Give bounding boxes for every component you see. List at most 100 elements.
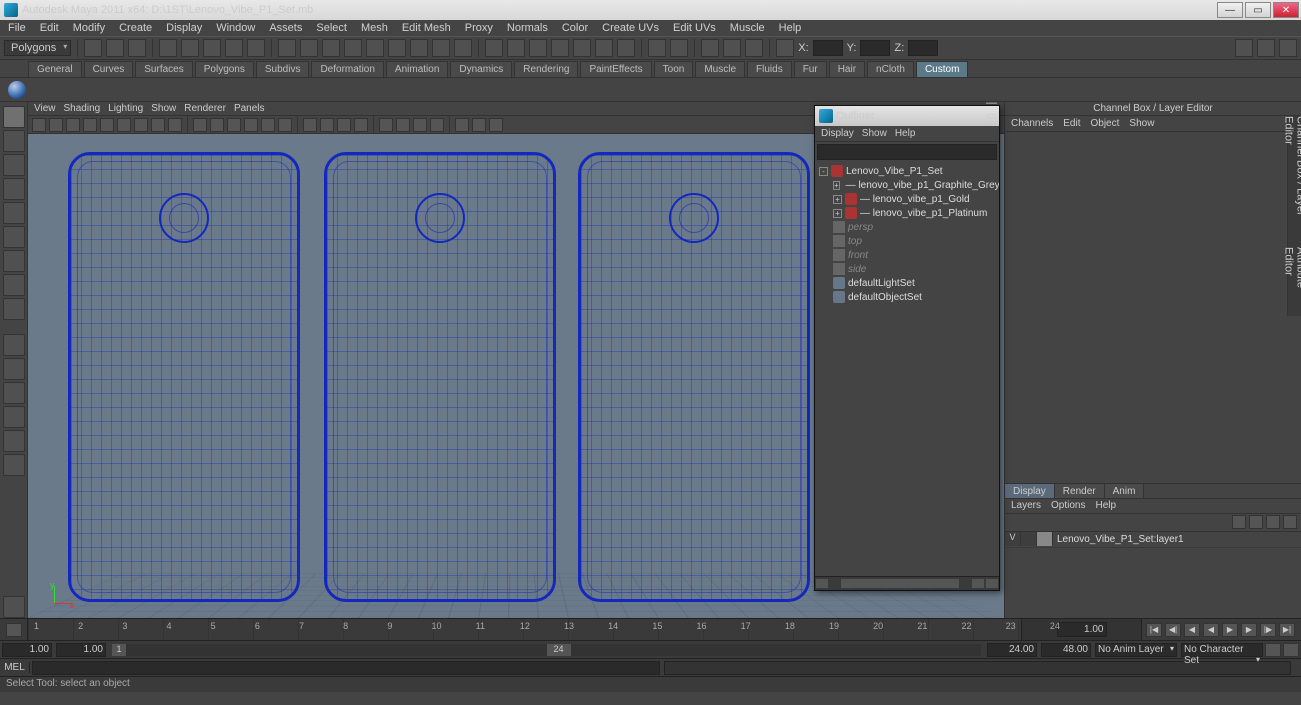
exposure-icon[interactable]: [354, 118, 368, 132]
expand-icon[interactable]: -: [819, 167, 828, 176]
open-scene-icon[interactable]: [106, 39, 124, 57]
layer-color-cell[interactable]: [1037, 532, 1053, 546]
expand-icon[interactable]: +: [833, 195, 842, 204]
view-cube-icon[interactable]: [430, 118, 444, 132]
film-origin-icon[interactable]: [396, 118, 410, 132]
ipr-render-icon[interactable]: [507, 39, 525, 57]
anim-start-field[interactable]: [2, 643, 52, 657]
playback-end-field[interactable]: [987, 643, 1037, 657]
side-tab-attribute[interactable]: Attribute Editor: [1283, 247, 1301, 316]
redo-icon[interactable]: [181, 39, 199, 57]
single-persp-layout-icon[interactable]: [3, 334, 25, 356]
panel-menu-renderer[interactable]: Renderer: [184, 103, 226, 114]
soft-mod-tool-icon[interactable]: [3, 274, 25, 296]
resolution-gate-icon[interactable]: [117, 118, 131, 132]
menu-window[interactable]: Window: [210, 21, 261, 35]
panel-menu-lighting[interactable]: Lighting: [108, 103, 143, 114]
smooth-shade-icon[interactable]: [210, 118, 224, 132]
time-slider-sound-icon[interactable]: [6, 623, 22, 637]
menu-edit-mesh[interactable]: Edit Mesh: [396, 21, 457, 35]
layer-menu-layers[interactable]: Layers: [1011, 500, 1041, 511]
mesh-object[interactable]: [324, 152, 556, 602]
hardware-icon[interactable]: [472, 118, 486, 132]
playback-prefs-icon[interactable]: [1283, 643, 1299, 657]
menu-set-combo[interactable]: Polygons: [4, 40, 71, 56]
render-globals-icon[interactable]: [617, 39, 635, 57]
menu-display[interactable]: Display: [160, 21, 208, 35]
four-view-layout-icon[interactable]: [3, 358, 25, 380]
shelf-tab-painteffects[interactable]: PaintEffects: [580, 61, 651, 77]
move-up-layer-icon[interactable]: [1266, 515, 1280, 529]
snap-point-icon[interactable]: [322, 39, 340, 57]
new-scene-icon[interactable]: [84, 39, 102, 57]
light-linking-icon[interactable]: [595, 39, 613, 57]
panel-menu-panels[interactable]: Panels: [234, 103, 265, 114]
step-back-icon[interactable]: ◀: [1184, 623, 1200, 637]
isolate-select-icon[interactable]: [303, 118, 317, 132]
outliner-scrollbar[interactable]: [815, 576, 999, 590]
menu-create[interactable]: Create: [113, 21, 158, 35]
outliner-item[interactable]: +— lenovo_vibe_p1_Gold: [815, 192, 999, 206]
construction-history-icon[interactable]: [670, 39, 688, 57]
auto-key-icon[interactable]: [1265, 643, 1281, 657]
step-forward-key-icon[interactable]: |▶: [1260, 623, 1276, 637]
side-tab-channel[interactable]: Channel Box / Layer Editor: [1283, 116, 1301, 241]
outliner-minimize-button[interactable]: —: [986, 97, 997, 109]
move-tool-icon[interactable]: [3, 178, 25, 200]
shelf-tab-dynamics[interactable]: Dynamics: [450, 61, 512, 77]
menu-muscle[interactable]: Muscle: [724, 21, 771, 35]
layer-tab-display[interactable]: Display: [1005, 484, 1055, 498]
channel-menu-edit[interactable]: Edit: [1063, 118, 1080, 129]
shelf-tab-surfaces[interactable]: Surfaces: [135, 61, 192, 77]
shelf-item-icon[interactable]: [8, 81, 26, 99]
step-forward-icon[interactable]: ▶: [1241, 623, 1257, 637]
xray-joints-icon[interactable]: [337, 118, 351, 132]
layer-tab-render[interactable]: Render: [1055, 484, 1105, 498]
menu-edit[interactable]: Edit: [34, 21, 65, 35]
shadows-icon[interactable]: [261, 118, 275, 132]
menu-select[interactable]: Select: [310, 21, 353, 35]
menu-modify[interactable]: Modify: [67, 21, 111, 35]
y-field[interactable]: [860, 40, 890, 56]
paint-select-tool-icon[interactable]: [3, 154, 25, 176]
undo-icon[interactable]: [159, 39, 177, 57]
persp-graph-hyper-layout-icon[interactable]: [3, 454, 25, 476]
field-chart-icon[interactable]: [151, 118, 165, 132]
render-icon[interactable]: [485, 39, 503, 57]
outliner-maximize-button[interactable]: ▭: [986, 109, 997, 122]
outliner-item[interactable]: top: [815, 234, 999, 248]
film-pivot-icon[interactable]: [413, 118, 427, 132]
outliner-item[interactable]: +— lenovo_vibe_p1_Platinum: [815, 206, 999, 220]
snap-live-icon[interactable]: [366, 39, 384, 57]
make-live-icon[interactable]: [388, 39, 406, 57]
persp-graph-layout-icon[interactable]: [3, 406, 25, 428]
bookmarks-icon[interactable]: [66, 118, 80, 132]
hypershade-icon[interactable]: [573, 39, 591, 57]
outliner-item[interactable]: side: [815, 262, 999, 276]
expand-icon[interactable]: +: [833, 181, 840, 190]
four-pane-icon[interactable]: [745, 39, 763, 57]
outliner-window[interactable]: Outliner — ▭ ✕ DisplayShowHelp -Lenovo_V…: [814, 105, 1000, 591]
shelf-tab-fluids[interactable]: Fluids: [747, 61, 792, 77]
render-view-icon[interactable]: [551, 39, 569, 57]
menu-create-uvs[interactable]: Create UVs: [596, 21, 665, 35]
go-to-start-icon[interactable]: |◀: [1146, 623, 1162, 637]
quick-layout-icon[interactable]: [701, 39, 719, 57]
select-component-icon[interactable]: [247, 39, 265, 57]
safe-action-icon[interactable]: [168, 118, 182, 132]
menu-help[interactable]: Help: [773, 21, 808, 35]
hypershade-persp-layout-icon[interactable]: [3, 430, 25, 452]
outliner-menu-show[interactable]: Show: [862, 128, 887, 139]
shelf-tab-rendering[interactable]: Rendering: [514, 61, 578, 77]
show-manip-icon[interactable]: [648, 39, 666, 57]
range-handle-end[interactable]: 24: [547, 644, 571, 656]
shelf-tab-custom[interactable]: Custom: [916, 61, 968, 77]
outliner-item[interactable]: +— lenovo_vibe_p1_Graphite_Grey: [815, 178, 999, 192]
menu-color[interactable]: Color: [556, 21, 594, 35]
universal-manip-icon[interactable]: [3, 250, 25, 272]
film-gate-icon[interactable]: [100, 118, 114, 132]
panel-menu-view[interactable]: View: [34, 103, 56, 114]
shelf-tab-polygons[interactable]: Polygons: [195, 61, 254, 77]
panel-menu-show[interactable]: Show: [151, 103, 176, 114]
shelf-tab-animation[interactable]: Animation: [386, 61, 448, 77]
